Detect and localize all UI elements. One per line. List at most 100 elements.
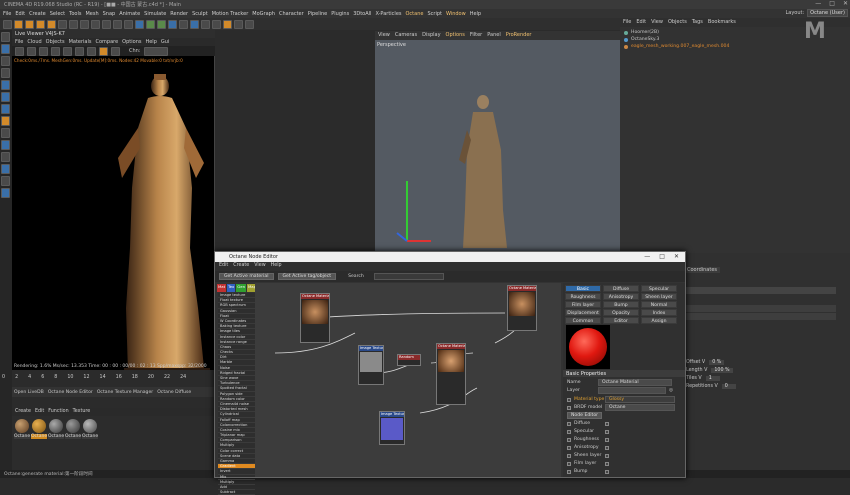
menu-create[interactable]: Create bbox=[29, 11, 46, 17]
menu-octane[interactable]: Octane bbox=[406, 11, 424, 17]
undo-icon[interactable] bbox=[3, 19, 12, 29]
lv-menu-help[interactable]: Help bbox=[145, 39, 156, 45]
tab-common[interactable]: Common bbox=[565, 317, 601, 324]
open-livedb-button[interactable]: Open LiveDB bbox=[14, 390, 44, 395]
model-mode-icon[interactable] bbox=[1, 44, 10, 54]
layer-field[interactable] bbox=[598, 387, 666, 394]
render-settings-icon[interactable] bbox=[124, 19, 133, 29]
film-enable-checkbox[interactable] bbox=[605, 461, 609, 466]
nurbs-icon[interactable] bbox=[157, 19, 166, 29]
tab-index[interactable]: Index bbox=[641, 309, 677, 316]
render-picture-icon[interactable] bbox=[113, 19, 122, 29]
object-row[interactable]: eagle_mesh_working.007_eagle_mesh.004 bbox=[624, 43, 729, 50]
menu-animate[interactable]: Animate bbox=[119, 11, 140, 17]
send-scene-icon[interactable] bbox=[15, 46, 24, 56]
stop-icon[interactable] bbox=[51, 46, 60, 56]
menu-mesh[interactable]: Mesh bbox=[85, 11, 98, 17]
material-node[interactable]: Octane Material bbox=[300, 293, 330, 343]
make-editable-icon[interactable] bbox=[1, 32, 10, 42]
edges-mode-icon[interactable] bbox=[1, 92, 10, 102]
tweak-icon[interactable] bbox=[1, 176, 10, 186]
cat-mat[interactable]: Mat bbox=[217, 284, 227, 292]
octane-texture-manager-button[interactable]: Octane Texture Manager bbox=[97, 390, 153, 395]
material-name-field[interactable]: Octane Material bbox=[598, 379, 672, 386]
menu-edit[interactable]: Edit bbox=[15, 11, 25, 17]
tiles-v-field[interactable]: 1 bbox=[705, 376, 720, 381]
rotate-icon[interactable] bbox=[47, 19, 56, 29]
menu-simulate[interactable]: Simulate bbox=[144, 11, 166, 17]
octane-icon[interactable] bbox=[223, 19, 232, 29]
length-v-field[interactable]: 100 % bbox=[711, 368, 733, 373]
xparticles-icon[interactable] bbox=[234, 19, 243, 29]
tab-bump[interactable]: Bump bbox=[603, 301, 639, 308]
tab-film-layer[interactable]: Film layer bbox=[565, 301, 601, 308]
minimize-button[interactable]: — bbox=[815, 0, 821, 7]
vp-menu-filter[interactable]: Filter bbox=[470, 32, 482, 39]
image-texture-node[interactable]: Image Texture bbox=[358, 345, 384, 385]
pick-focus-icon[interactable] bbox=[75, 46, 84, 56]
attr-field[interactable] bbox=[684, 305, 836, 312]
attr-field[interactable] bbox=[684, 313, 836, 320]
tab-assign[interactable]: Assign bbox=[641, 317, 677, 324]
vp-menu-display[interactable]: Display bbox=[422, 32, 440, 39]
axis-z-icon[interactable] bbox=[80, 19, 89, 29]
camera-icon[interactable] bbox=[201, 19, 210, 29]
lv-menu-objects[interactable]: Objects bbox=[46, 39, 65, 45]
menu-script[interactable]: Script bbox=[427, 11, 442, 17]
lock-workplane-icon[interactable] bbox=[1, 140, 10, 150]
ne-menu-view[interactable]: View bbox=[254, 263, 265, 270]
vp-menu-prorender[interactable]: ProRender bbox=[506, 32, 532, 39]
anisotropy-enable-checkbox[interactable] bbox=[605, 445, 609, 450]
snap-icon[interactable] bbox=[1, 128, 10, 138]
tab-roughness[interactable]: Roughness bbox=[565, 293, 601, 300]
vp-menu-cameras[interactable]: Cameras bbox=[395, 32, 417, 39]
array-icon[interactable] bbox=[168, 19, 177, 29]
deformer-icon[interactable] bbox=[179, 19, 188, 29]
menu-tools[interactable]: Tools bbox=[69, 11, 81, 17]
ne-maximize-button[interactable]: □ bbox=[659, 253, 665, 260]
scale-icon[interactable] bbox=[36, 19, 45, 29]
maximize-button[interactable]: □ bbox=[829, 0, 835, 7]
region-icon[interactable] bbox=[63, 46, 72, 56]
tab-displacement[interactable]: Displacement bbox=[565, 309, 601, 316]
octane-live-viewer[interactable]: Live Viewer V4JS-K7 File Cloud Objects M… bbox=[12, 30, 215, 386]
ne-menu-edit[interactable]: Edit bbox=[219, 263, 228, 270]
points-mode-icon[interactable] bbox=[1, 80, 10, 90]
diffuse-enable-checkbox[interactable] bbox=[605, 421, 609, 426]
om-menu-tags[interactable]: Tags bbox=[692, 19, 703, 26]
brdf-dropdown[interactable]: Octane bbox=[605, 404, 675, 411]
tab-coordinates[interactable]: Coordinates bbox=[684, 267, 721, 273]
om-menu-file[interactable]: File bbox=[623, 19, 631, 26]
node-editor-button[interactable]: Node Editor bbox=[567, 412, 603, 419]
light-icon[interactable] bbox=[212, 19, 221, 29]
attr-field[interactable] bbox=[684, 287, 836, 294]
om-menu-bookmarks[interactable]: Bookmarks bbox=[708, 19, 736, 26]
menu-file[interactable]: File bbox=[3, 11, 11, 17]
script-icon[interactable] bbox=[245, 19, 254, 29]
tab-editor[interactable]: Editor bbox=[603, 317, 639, 324]
random-node[interactable]: Random bbox=[397, 354, 421, 366]
cat-gen[interactable]: Gen bbox=[236, 284, 246, 292]
ne-close-button[interactable]: ✕ bbox=[674, 253, 679, 260]
menu-select[interactable]: Select bbox=[50, 11, 65, 17]
tab-specular[interactable]: Specular bbox=[641, 285, 677, 292]
channel-dropdown[interactable] bbox=[143, 46, 168, 56]
restart-icon[interactable] bbox=[27, 46, 36, 56]
mm-menu-edit[interactable]: Edit bbox=[35, 409, 44, 415]
menu-3dtoall[interactable]: 3DtoAll bbox=[353, 11, 371, 17]
axis-x-icon[interactable] bbox=[58, 19, 67, 29]
menu-xparticles[interactable]: X-Particles bbox=[375, 11, 401, 17]
material-type-dropdown[interactable]: Glossy bbox=[605, 396, 675, 403]
object-row[interactable]: Hoomer(2B) bbox=[624, 29, 659, 36]
layout-selector[interactable]: Layout: Octane (User) bbox=[785, 9, 848, 17]
menu-render[interactable]: Render bbox=[170, 11, 188, 17]
offset-v-field[interactable]: 0 % bbox=[709, 360, 725, 365]
get-active-material-button[interactable]: Get Active material bbox=[219, 273, 274, 280]
om-menu-objects[interactable]: Objects bbox=[668, 19, 687, 26]
sheen-enable-checkbox[interactable] bbox=[605, 453, 609, 458]
menu-window[interactable]: Window bbox=[446, 11, 466, 17]
menu-pipeline[interactable]: Pipeline bbox=[308, 11, 328, 17]
material-type-checkbox[interactable] bbox=[567, 397, 571, 402]
mm-menu-function[interactable]: Function bbox=[48, 409, 68, 415]
cat-tex[interactable]: Tex bbox=[227, 284, 236, 292]
